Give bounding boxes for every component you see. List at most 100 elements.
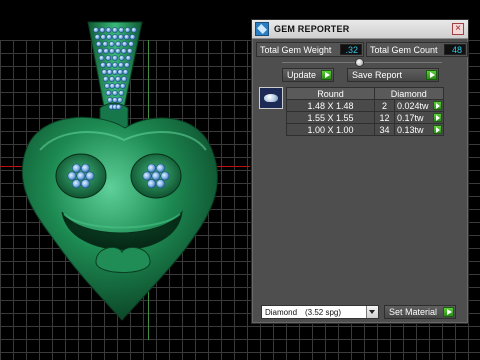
eye-gem: [147, 179, 157, 189]
bail-gem: [112, 69, 118, 75]
bail-gem: [118, 55, 125, 61]
bail-gem: [115, 104, 122, 110]
eye-gem: [142, 171, 152, 181]
bail-gem: [129, 34, 136, 40]
bail-gem: [122, 69, 129, 75]
bail-gem: [112, 34, 118, 40]
bail-gem: [114, 83, 121, 89]
update-button-label: Update: [287, 70, 317, 80]
bail-gem: [124, 62, 130, 68]
bail-gem: [112, 97, 118, 103]
total-gem-count-value: 48: [444, 44, 466, 55]
column-header-stone: Diamond: [374, 87, 444, 100]
bail-gem: [118, 90, 125, 96]
bail-gem: [117, 97, 123, 103]
total-gem-weight-label: Total Gem Weight: [260, 44, 332, 55]
eye-gem: [147, 163, 157, 173]
bail-gem: [109, 48, 115, 54]
totals-row: Total Gem Weight .32 Total Gem Count 48: [256, 42, 468, 58]
bail-gem: [101, 69, 108, 75]
bail-gem: [94, 34, 101, 40]
eye-gem: [67, 171, 77, 181]
total-gem-count-label: Total Gem Count: [370, 44, 438, 55]
bail-gem: [112, 62, 118, 68]
material-spg: (3.52 spg): [305, 307, 342, 317]
save-report-button[interactable]: Save Report: [347, 68, 439, 82]
panel-title: GEM REPORTER: [274, 24, 350, 34]
gem-count-cell: 12: [374, 111, 395, 124]
gem-weight-cell: 0.024tw: [394, 99, 444, 112]
table-row: 1.55 X 1.55 12 0.17tw: [286, 111, 444, 124]
gem-weight-cell: 0.13tw: [394, 123, 444, 136]
bail-gem: [106, 62, 112, 68]
bail-gem: [125, 55, 132, 61]
bail-gem: [115, 41, 122, 47]
bail-gem: [112, 55, 118, 61]
eye-gem: [81, 179, 91, 189]
bail-gem: [97, 48, 104, 54]
bail-gem: [98, 55, 105, 61]
bail-gem: [102, 76, 109, 82]
bail-gem: [99, 27, 106, 33]
bail-gem: [103, 48, 110, 54]
round-gem-icon[interactable]: [259, 87, 283, 109]
bail-gem: [109, 76, 115, 82]
table-row: 1.48 X 1.48 2 0.024tw: [286, 99, 444, 112]
bail-gem: [124, 27, 131, 33]
eye-gem: [151, 171, 161, 181]
tongue: [95, 246, 151, 273]
go-arrow-icon: [443, 307, 454, 317]
gem-count-cell: 2: [374, 99, 395, 112]
bail-gem: [126, 48, 133, 54]
select-row-arrow-icon[interactable]: [432, 101, 442, 110]
bail-gem: [121, 41, 128, 47]
panel-titlebar[interactable]: GEM REPORTER ×: [252, 20, 468, 39]
go-arrow-icon: [321, 70, 332, 80]
heart-pendant-model[interactable]: [0, 0, 250, 360]
bail-gem: [105, 55, 112, 61]
bail-gem: [105, 27, 112, 33]
material-select[interactable]: Diamond (3.52 spg): [261, 305, 379, 319]
set-material-button[interactable]: Set Material: [384, 305, 456, 319]
bail-gem: [95, 41, 102, 47]
select-row-arrow-icon[interactable]: [432, 125, 442, 134]
gem-weight-value: 0.17tw: [397, 112, 424, 123]
bail-gem: [131, 27, 137, 33]
select-row-arrow-icon[interactable]: [432, 113, 442, 122]
total-gem-count: Total Gem Count 48: [366, 42, 468, 57]
gem-weight-value: 0.024tw: [397, 100, 429, 111]
bail-gem: [115, 48, 121, 54]
gem-table: Round Diamond 1.48 X 1.48 2 0.024tw 1.55…: [286, 87, 444, 136]
bail-gem: [117, 34, 124, 40]
gem-size-cell: 1.48 X 1.48: [286, 99, 375, 112]
panel-slider-knob[interactable]: [355, 58, 364, 67]
bail-gem: [112, 90, 118, 96]
update-button[interactable]: Update: [282, 68, 334, 82]
gem-size-cell: 1.00 X 1.00: [286, 123, 375, 136]
save-report-button-label: Save Report: [352, 70, 403, 80]
bail-gem: [112, 27, 118, 33]
eye-gem: [156, 179, 166, 189]
gem-weight-cell: 0.17tw: [394, 111, 444, 124]
bail-gem: [119, 83, 126, 89]
set-material-button-label: Set Material: [389, 307, 438, 317]
total-gem-weight: Total Gem Weight .32: [256, 42, 364, 57]
bail-gem: [108, 41, 115, 47]
gem-reporter-panel: GEM REPORTER × Total Gem Weight .32 Tota…: [251, 19, 469, 324]
eye-gem: [72, 179, 82, 189]
bail-gem: [105, 90, 112, 96]
bail-gem: [106, 34, 113, 40]
material-name: Diamond: [265, 307, 298, 317]
chevron-down-icon[interactable]: [366, 306, 378, 318]
bail-gem: [93, 27, 99, 33]
close-icon[interactable]: ×: [452, 23, 464, 35]
bail-gem: [118, 27, 125, 33]
bail-gem: [123, 34, 130, 40]
gem-reporter-app-icon: [255, 22, 269, 36]
bail-gem: [121, 76, 128, 82]
eye-gem: [72, 163, 82, 173]
bail-gem: [104, 83, 111, 89]
eye-gem: [76, 171, 86, 181]
eye-gem: [85, 171, 95, 181]
bail-gem: [128, 41, 135, 47]
